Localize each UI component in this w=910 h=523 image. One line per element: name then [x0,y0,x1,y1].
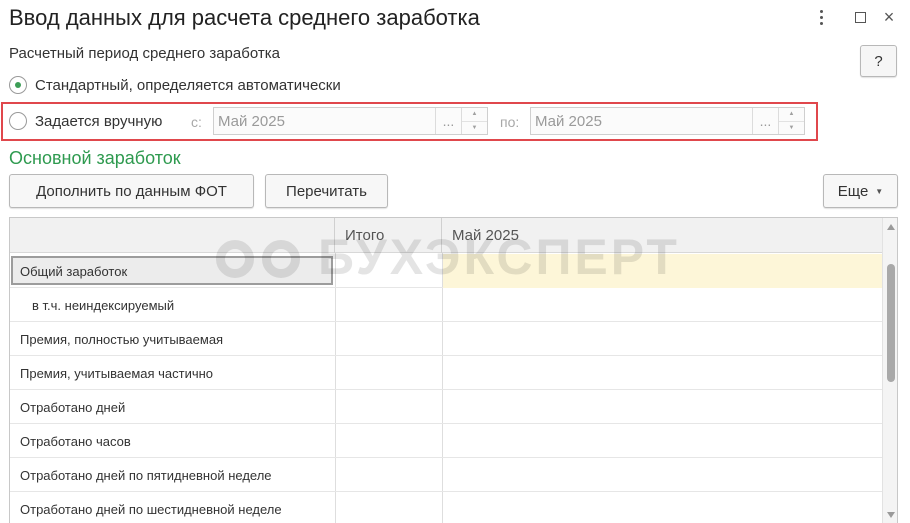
table-row[interactable]: Отработано дней [10,390,882,424]
table-row[interactable]: Премия, учитываемая частично [10,356,882,390]
radio-manual-label: Задается вручную [35,112,163,130]
row-name: Отработано дней по пятидневной неделе [20,468,272,483]
period-label: Расчетный период среднего заработка [9,45,280,62]
radio-auto-circle[interactable] [9,76,27,94]
column-header-may[interactable]: Май 2025 [442,218,882,253]
row-name: Отработано часов [20,434,131,449]
more-button[interactable]: Еще ▼ [823,174,898,208]
from-label: с: [191,114,202,130]
row-name: Общий заработок [20,264,128,279]
from-spinner[interactable]: ▲ ▼ [461,108,487,134]
current-row-cell[interactable] [443,254,882,288]
table-row[interactable]: Премия, полностью учитываемая [10,322,882,356]
chevron-down-icon: ▼ [875,186,884,196]
from-month-field[interactable]: Май 2025 ... ▲ ▼ [213,107,488,135]
row-name: Премия, учитываемая частично [20,366,214,381]
radio-manual-circle[interactable] [9,112,27,130]
scroll-down-icon[interactable] [887,512,895,518]
more-actions-icon[interactable] [810,6,832,28]
table-row[interactable]: Отработано дней по пятидневной неделе [10,458,882,492]
row-name: Отработано дней [20,400,126,415]
radio-selected-dot [15,82,21,88]
scrollbar-thumb[interactable] [887,264,895,382]
column-header-name[interactable] [10,218,335,253]
radio-option-auto[interactable]: Стандартный, определяется автоматически [9,76,341,94]
table-row[interactable]: в т.ч. неиндексируемый [10,288,882,322]
table-row[interactable]: Общий заработок [10,254,882,288]
radio-auto-label: Стандартный, определяется автоматически [35,76,341,94]
scroll-up-icon[interactable] [887,224,895,230]
close-icon[interactable]: × [878,6,900,28]
from-spin-up-icon[interactable]: ▲ [462,108,487,121]
row-name: Отработано дней по шестидневной неделе [20,502,282,517]
to-label: по: [500,114,520,130]
to-spin-up-icon[interactable]: ▲ [779,108,804,121]
to-month-value[interactable]: Май 2025 [531,108,752,134]
window-title: Ввод данных для расчета среднего заработ… [9,5,480,30]
table-header: Итого Май 2025 [10,218,882,253]
from-month-value[interactable]: Май 2025 [214,108,435,134]
table-row[interactable]: Отработано дней по шестидневной неделе [10,492,882,523]
to-spin-down-icon[interactable]: ▼ [779,120,804,135]
to-spinner[interactable]: ▲ ▼ [778,108,804,134]
column-header-total[interactable]: Итого [335,218,442,253]
table-scrollbar[interactable] [882,218,897,523]
row-name: в т.ч. неиндексируемый [32,298,175,313]
maximize-icon[interactable] [849,6,871,28]
help-button[interactable]: ? [860,45,897,77]
table-row[interactable]: Отработано часов [10,424,882,458]
section-title: Основной заработок [9,148,181,168]
fill-from-fot-button[interactable]: Дополнить по данным ФОТ [9,174,254,208]
radio-option-manual[interactable]: Задается вручную [9,112,162,130]
earnings-table[interactable]: Итого Май 2025 Общий заработок в т.ч. не… [9,217,898,523]
from-select-button[interactable]: ... [435,108,461,134]
to-month-field[interactable]: Май 2025 ... ▲ ▼ [530,107,805,135]
row-name: Премия, полностью учитываемая [20,332,224,347]
from-spin-down-icon[interactable]: ▼ [462,120,487,135]
more-button-label: Еще [837,182,869,200]
to-select-button[interactable]: ... [752,108,778,134]
reread-button[interactable]: Перечитать [265,174,388,208]
